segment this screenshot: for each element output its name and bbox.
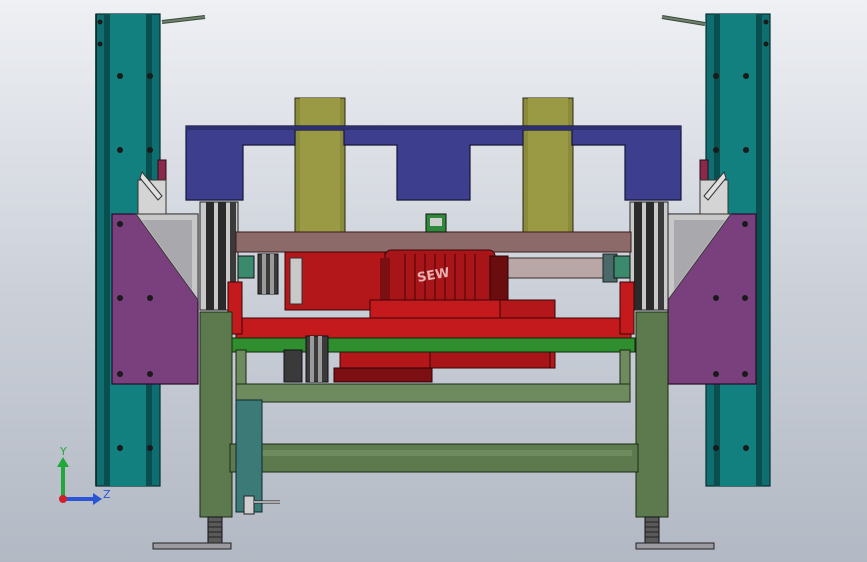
z-axis-arrowhead [93,493,102,505]
right-leveling-foot [635,516,715,550]
left-leveling-foot [152,516,232,550]
olive-post-right [522,97,574,234]
navy-frame-edge [186,126,681,130]
top-cross-plate [235,231,632,253]
z-axis-label: Z [103,488,111,501]
small-chain-sprocket [257,253,279,295]
right-red-upright [619,281,635,335]
y-axis-arrowhead [57,457,69,467]
right-bearing-block [613,255,631,279]
right-sprocket-stack [629,201,669,311]
navy-top-frame [185,125,682,201]
olive-post-left [294,97,346,234]
red-cross-beam [235,317,632,339]
inner-teal-column [235,399,263,513]
y-axis-label: Y [59,445,67,458]
junction-box-face [430,218,442,226]
left-lever-handle [161,15,206,24]
left-bearing-block [237,255,255,279]
cad-viewport[interactable]: SEW Y Z [0,0,867,562]
right-lever-handle [661,15,706,26]
triad-origin [59,495,67,503]
left-purple-plate [111,213,199,385]
